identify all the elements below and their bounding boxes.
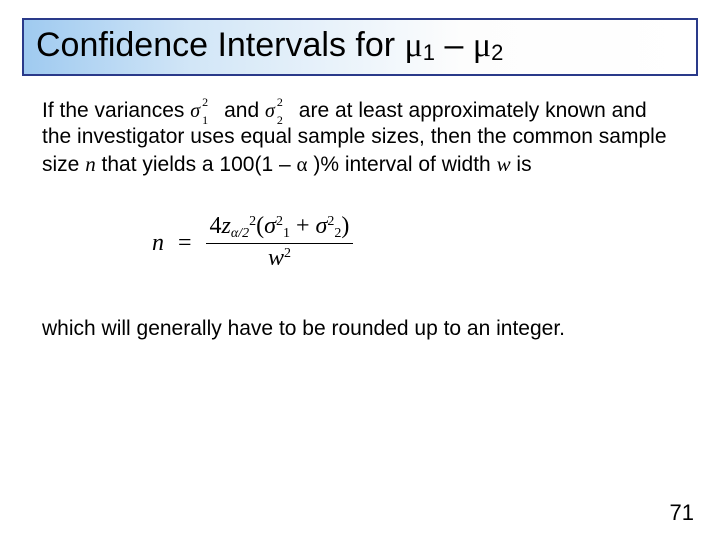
sigma-sym: σ bbox=[190, 100, 200, 122]
num-plus: + bbox=[290, 213, 316, 239]
num-zsub: α/2 bbox=[231, 226, 249, 241]
title-prefix: Confidence Intervals for bbox=[36, 26, 405, 64]
paragraph-2: which will generally have to be rounded … bbox=[42, 316, 678, 342]
num-lparen: ( bbox=[256, 213, 264, 239]
num-rparen: ) bbox=[341, 213, 349, 239]
den-sup: 2 bbox=[284, 246, 291, 261]
formula-denominator: w2 bbox=[264, 244, 295, 271]
p1-alpha: α bbox=[296, 152, 307, 176]
body-text: If the variances σ21 and σ22 are at leas… bbox=[22, 98, 698, 342]
p1-t5: is bbox=[511, 153, 532, 176]
mu-symbol: μ bbox=[405, 27, 423, 64]
formula-lhs: n bbox=[152, 228, 164, 258]
den-w: w bbox=[268, 245, 284, 271]
sigma2-sub: 2 bbox=[277, 113, 283, 128]
slide-title: Confidence Intervals for μ1 – μ2 bbox=[36, 26, 684, 66]
slide: Confidence Intervals for μ1 – μ2 If the … bbox=[0, 0, 720, 540]
p1-n: n bbox=[85, 152, 96, 176]
p1-w: w bbox=[497, 152, 511, 176]
formula-fraction: 4zα/22(σ21 + σ22) w2 bbox=[206, 214, 354, 272]
num-sig1: σ bbox=[264, 213, 276, 239]
p1-t3: that yields a 100(1 – bbox=[96, 153, 297, 176]
formula-numerator: 4zα/22(σ21 + σ22) bbox=[206, 214, 354, 245]
formula: n = 4zα/22(σ21 + σ22) w2 bbox=[152, 214, 678, 272]
sigma2-sq: σ22 bbox=[265, 98, 293, 124]
title-dash: – bbox=[435, 26, 473, 64]
paragraph-1: If the variances σ21 and σ22 are at leas… bbox=[42, 98, 678, 178]
formula-eq: = bbox=[178, 228, 192, 258]
p1-and: and bbox=[218, 99, 265, 122]
p1-t4: )% interval of width bbox=[308, 153, 497, 176]
page-number: 71 bbox=[670, 500, 694, 526]
num-4: 4 bbox=[210, 213, 222, 239]
sigma2-sup: 2 bbox=[277, 95, 283, 110]
num-z: z bbox=[222, 213, 231, 239]
sigma1-sup: 2 bbox=[202, 95, 208, 110]
sigma-sym-2: σ bbox=[265, 100, 275, 122]
sigma1-sub: 1 bbox=[202, 113, 208, 128]
mu-sub-2: 2 bbox=[491, 40, 503, 65]
num-sig1-sub: 1 bbox=[283, 226, 290, 241]
num-sig1-sup: 2 bbox=[276, 214, 283, 229]
mu-sub-1: 1 bbox=[423, 40, 435, 65]
p1-t1: If the variances bbox=[42, 99, 190, 122]
sigma1-sq: σ21 bbox=[190, 98, 218, 124]
mu-symbol-2: μ bbox=[473, 27, 491, 64]
num-sig2: σ bbox=[316, 213, 328, 239]
title-box: Confidence Intervals for μ1 – μ2 bbox=[22, 18, 698, 76]
